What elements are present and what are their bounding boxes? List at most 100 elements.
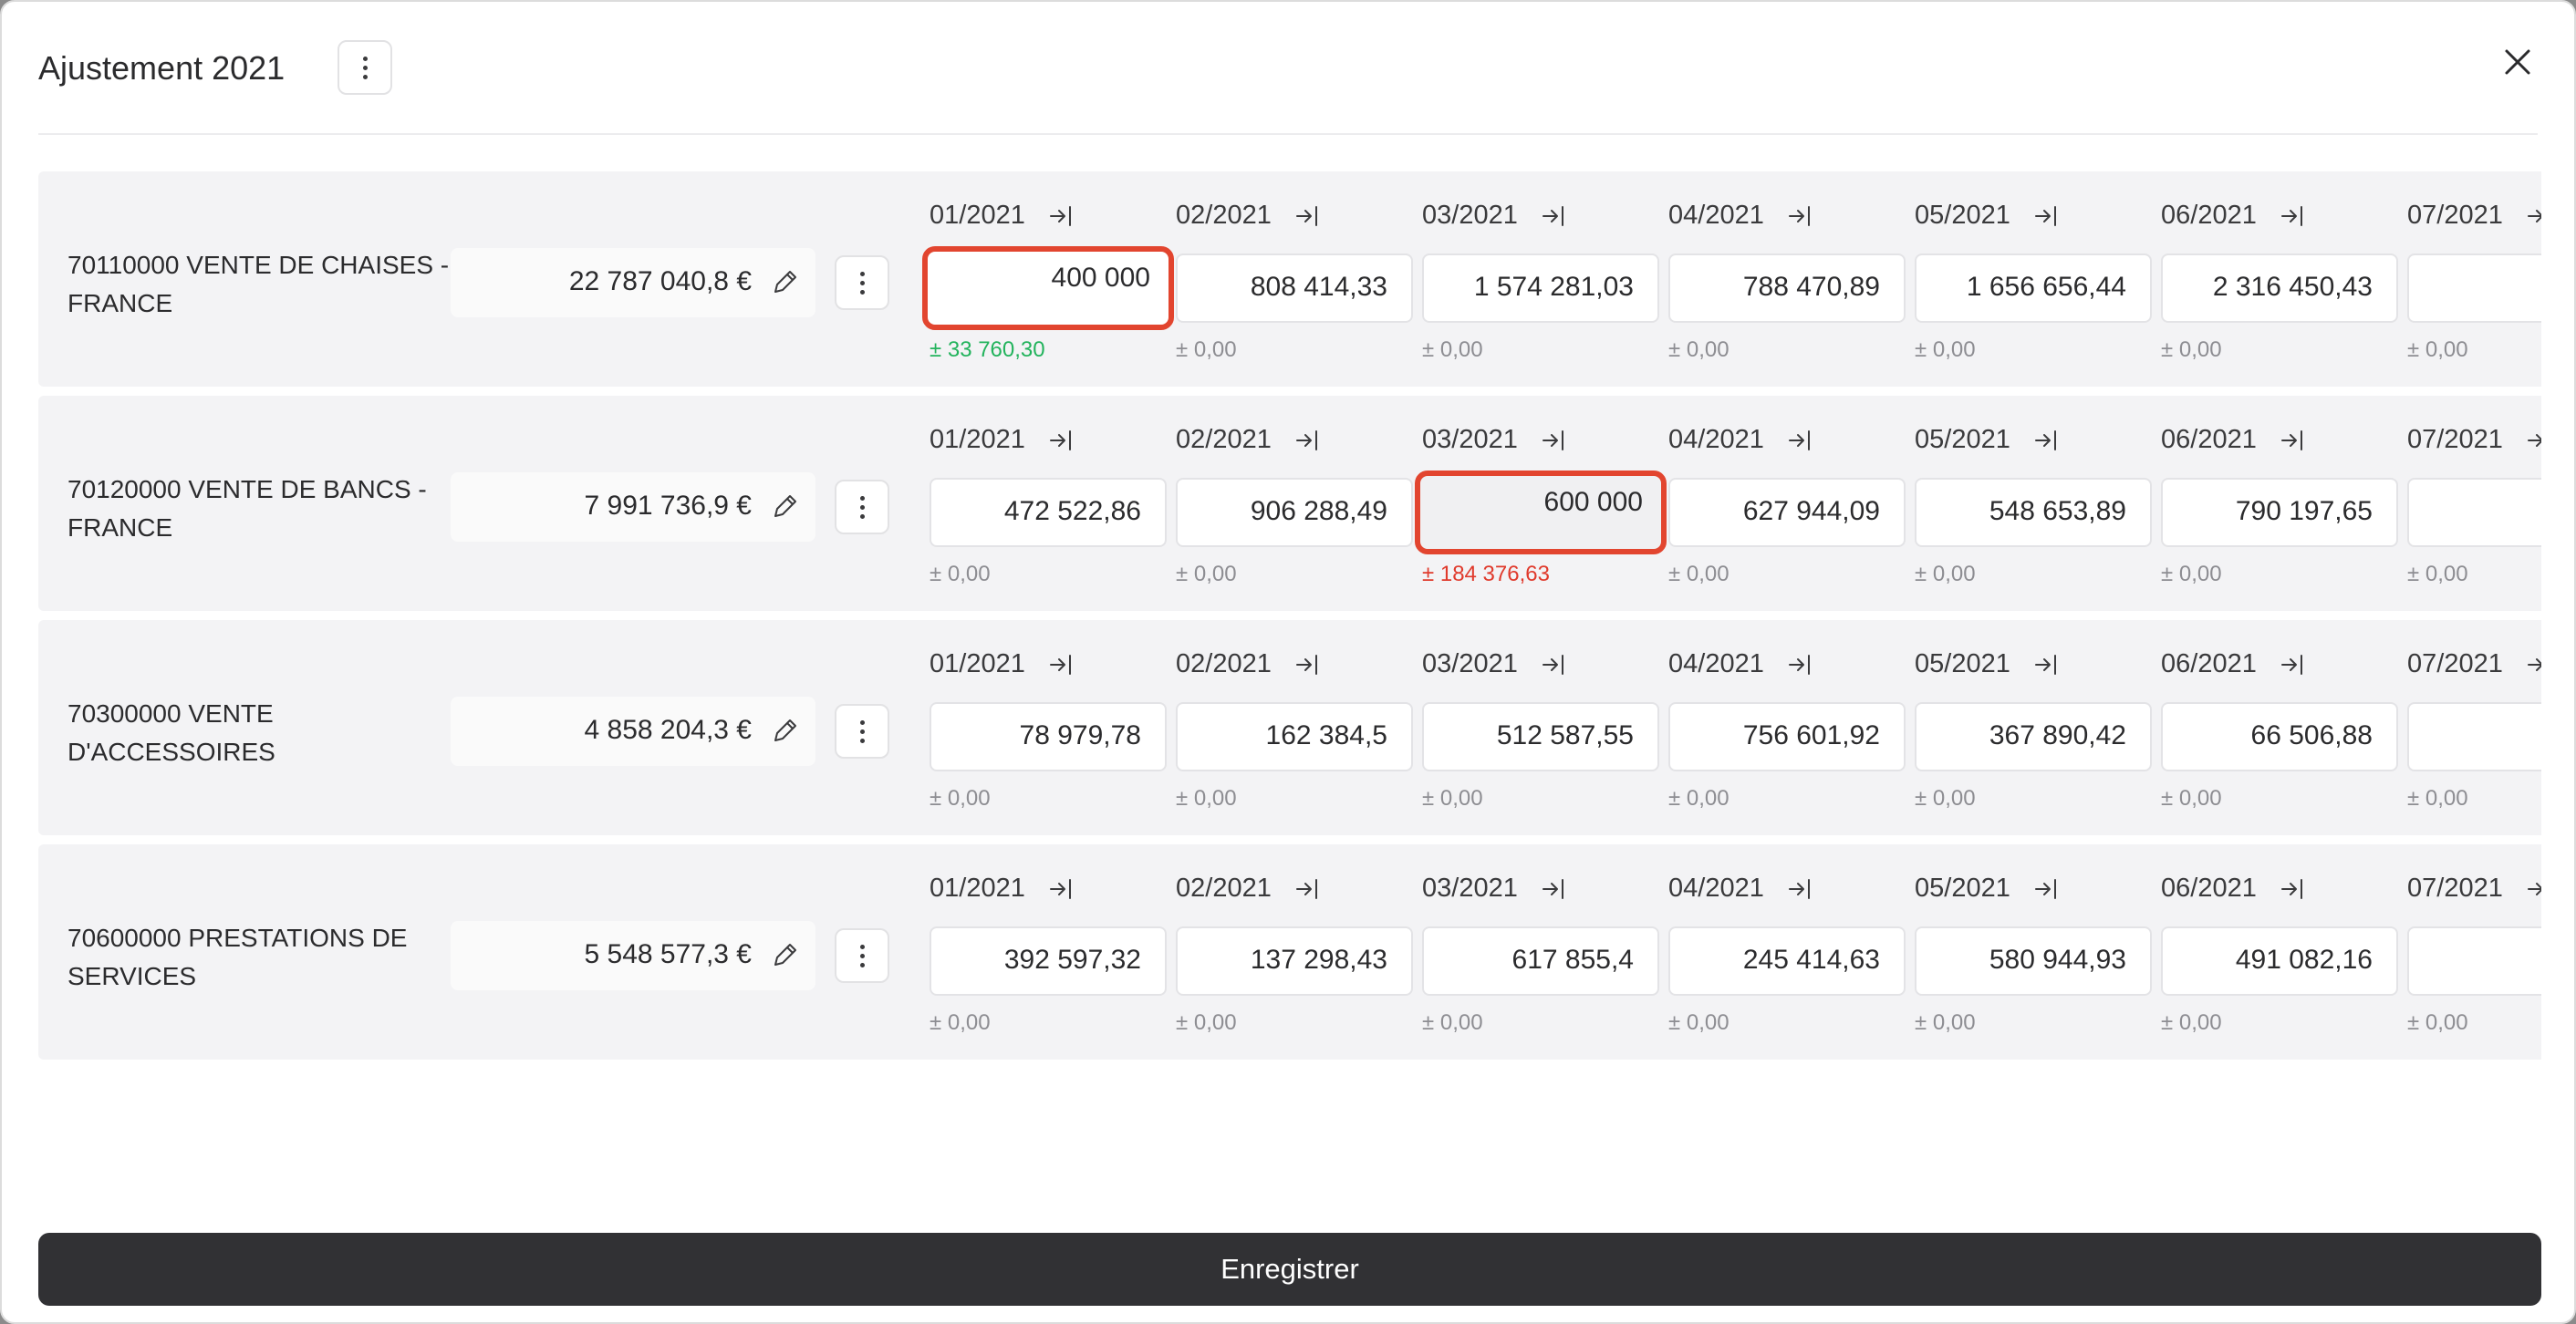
month-delta: ± 0,00: [1422, 337, 1483, 362]
month-delta: ± 0,00: [2407, 562, 2468, 586]
month-label: 04/2021: [1668, 201, 1764, 230]
account-name: 70120000 VENTE DE BANCS - FRANCE: [68, 475, 427, 542]
month-value-input[interactable]: 627 944,09: [1668, 478, 1906, 547]
month-delta: ± 184 376,63: [1422, 562, 1550, 586]
arrow-into-icon[interactable]: [1048, 202, 1075, 230]
month-label: 04/2021: [1668, 425, 1764, 454]
month-value-input[interactable]: 548 653,89: [1915, 478, 2152, 547]
arrow-into-icon[interactable]: [2526, 875, 2541, 903]
month-value-input[interactable]: 137 298,43: [1176, 926, 1413, 996]
arrow-into-icon[interactable]: [1048, 651, 1075, 678]
row-menu-button[interactable]: [835, 704, 889, 759]
month-value-input[interactable]: 600 000: [1415, 471, 1667, 554]
month-value-input[interactable]: 472 522,86: [930, 478, 1167, 547]
account-name: 70600000 PRESTATIONS DE SERVICES: [68, 924, 408, 990]
month-value-input[interactable]: 788 470,89: [1668, 253, 1906, 323]
month-value-input[interactable]: 756 601,92: [1668, 702, 1906, 771]
month-value-input[interactable]: 808 414,33: [1176, 253, 1413, 323]
arrow-into-icon[interactable]: [2280, 427, 2307, 454]
month-value-input[interactable]: 367 890,42: [1915, 702, 2152, 771]
arrow-into-icon[interactable]: [1048, 875, 1075, 903]
arrow-into-icon[interactable]: [1787, 202, 1814, 230]
month-label: 06/2021: [2161, 201, 2257, 230]
month-value-input[interactable]: 78 979,78: [930, 702, 1167, 771]
arrow-into-icon[interactable]: [2033, 427, 2061, 454]
row-menu-button[interactable]: [835, 480, 889, 534]
month-value-input[interactable]: 1 574 281,03: [1422, 253, 1659, 323]
pencil-icon[interactable]: [770, 491, 801, 522]
arrow-into-icon[interactable]: [2033, 202, 2061, 230]
arrow-into-icon[interactable]: [2280, 651, 2307, 678]
account-total-field[interactable]: 5 548 577,3 €: [451, 921, 815, 990]
month-value-input[interactable]: 400 000: [922, 246, 1174, 330]
month-label: 07/2021: [2407, 874, 2503, 903]
month-value-input[interactable]: 906 288,49: [1176, 478, 1413, 547]
arrow-into-icon[interactable]: [1541, 875, 1568, 903]
arrow-into-icon[interactable]: [1787, 875, 1814, 903]
month-value-input[interactable]: 66 506,88: [2161, 702, 2398, 771]
month-label: 07/2021: [2407, 201, 2503, 230]
month-value-input[interactable]: 392 597,32: [930, 926, 1167, 996]
month-value: 2 316 450,43: [2212, 272, 2373, 302]
arrow-into-icon[interactable]: [1294, 202, 1322, 230]
arrow-into-icon[interactable]: [2033, 651, 2061, 678]
arrow-into-icon[interactable]: [2526, 202, 2541, 230]
arrow-into-icon[interactable]: [1541, 202, 1568, 230]
arrow-into-icon[interactable]: [1541, 427, 1568, 454]
account-total-field[interactable]: 22 787 040,8 €: [451, 248, 815, 317]
arrow-into-icon[interactable]: [2280, 875, 2307, 903]
month-value-input[interactable]: 1 656 656,44: [1915, 253, 2152, 323]
arrow-into-icon[interactable]: [2526, 651, 2541, 678]
month-column: 07/2021 784 ± 0,00: [2407, 396, 2541, 611]
month-value-input[interactable]: 580 944,93: [1915, 926, 2152, 996]
month-value-input[interactable]: 497: [2407, 702, 2541, 771]
month-column: 04/2021 627 944,09 ± 0,00: [1668, 396, 1907, 611]
pencil-icon[interactable]: [770, 939, 801, 970]
month-delta: ± 33 760,30: [930, 337, 1045, 362]
month-value-input[interactable]: 162 384,5: [1176, 702, 1413, 771]
month-column: 01/2021 392 597,32 ± 0,00: [930, 844, 1169, 1060]
pencil-icon[interactable]: [770, 715, 801, 746]
arrow-into-icon[interactable]: [2280, 202, 2307, 230]
month-value-input[interactable]: 617 855,4: [1422, 926, 1659, 996]
save-button[interactable]: Enregistrer: [38, 1233, 2541, 1306]
arrow-into-icon[interactable]: [1787, 651, 1814, 678]
row-menu-button[interactable]: [835, 255, 889, 310]
month-value-input[interactable]: 512 587,55: [1422, 702, 1659, 771]
arrow-into-icon[interactable]: [1294, 651, 1322, 678]
arrow-into-icon[interactable]: [1048, 427, 1075, 454]
arrow-into-icon[interactable]: [1294, 427, 1322, 454]
month-column: 06/2021 66 506,88 ± 0,00: [2161, 620, 2400, 835]
month-label: 03/2021: [1422, 201, 1518, 230]
row-menu-button[interactable]: [835, 928, 889, 983]
month-value-input[interactable]: 245 414,63: [1668, 926, 1906, 996]
arrow-into-icon[interactable]: [2526, 427, 2541, 454]
month-value-input[interactable]: 784: [2407, 478, 2541, 547]
close-button[interactable]: [2498, 42, 2538, 82]
month-label: 04/2021: [1668, 874, 1764, 903]
month-value-input[interactable]: 491 082,16: [2161, 926, 2398, 996]
header-menu-button[interactable]: [338, 40, 392, 95]
month-column: 02/2021 906 288,49 ± 0,00: [1176, 396, 1415, 611]
month-delta: ± 0,00: [2161, 786, 2222, 811]
month-value-input[interactable]: 2 316 450,43: [2161, 253, 2398, 323]
month-value-input[interactable]: 790 197,65: [2161, 478, 2398, 547]
account-total-field[interactable]: 4 858 204,3 €: [451, 697, 815, 766]
arrow-into-icon[interactable]: [1787, 427, 1814, 454]
month-value-input[interactable]: 2 155: [2407, 253, 2541, 323]
account-total-field[interactable]: 7 991 736,9 €: [451, 472, 815, 542]
month-delta: ± 0,00: [2407, 786, 2468, 811]
month-label: 02/2021: [1176, 874, 1272, 903]
month-value-input[interactable]: 795: [2407, 926, 2541, 996]
month-value: 162 384,5: [1265, 720, 1387, 750]
month-delta: ± 0,00: [930, 1010, 991, 1035]
arrow-into-icon[interactable]: [1294, 875, 1322, 903]
month-delta: ± 0,00: [930, 786, 991, 811]
arrow-into-icon[interactable]: [2033, 875, 2061, 903]
month-label: 05/2021: [1915, 201, 2010, 230]
pencil-icon[interactable]: [770, 266, 801, 297]
month-column: 07/2021 2 155 ± 0,00: [2407, 171, 2541, 387]
month-delta: ± 0,00: [1422, 1010, 1483, 1035]
arrow-into-icon[interactable]: [1541, 651, 1568, 678]
month-column: 04/2021 756 601,92 ± 0,00: [1668, 620, 1907, 835]
